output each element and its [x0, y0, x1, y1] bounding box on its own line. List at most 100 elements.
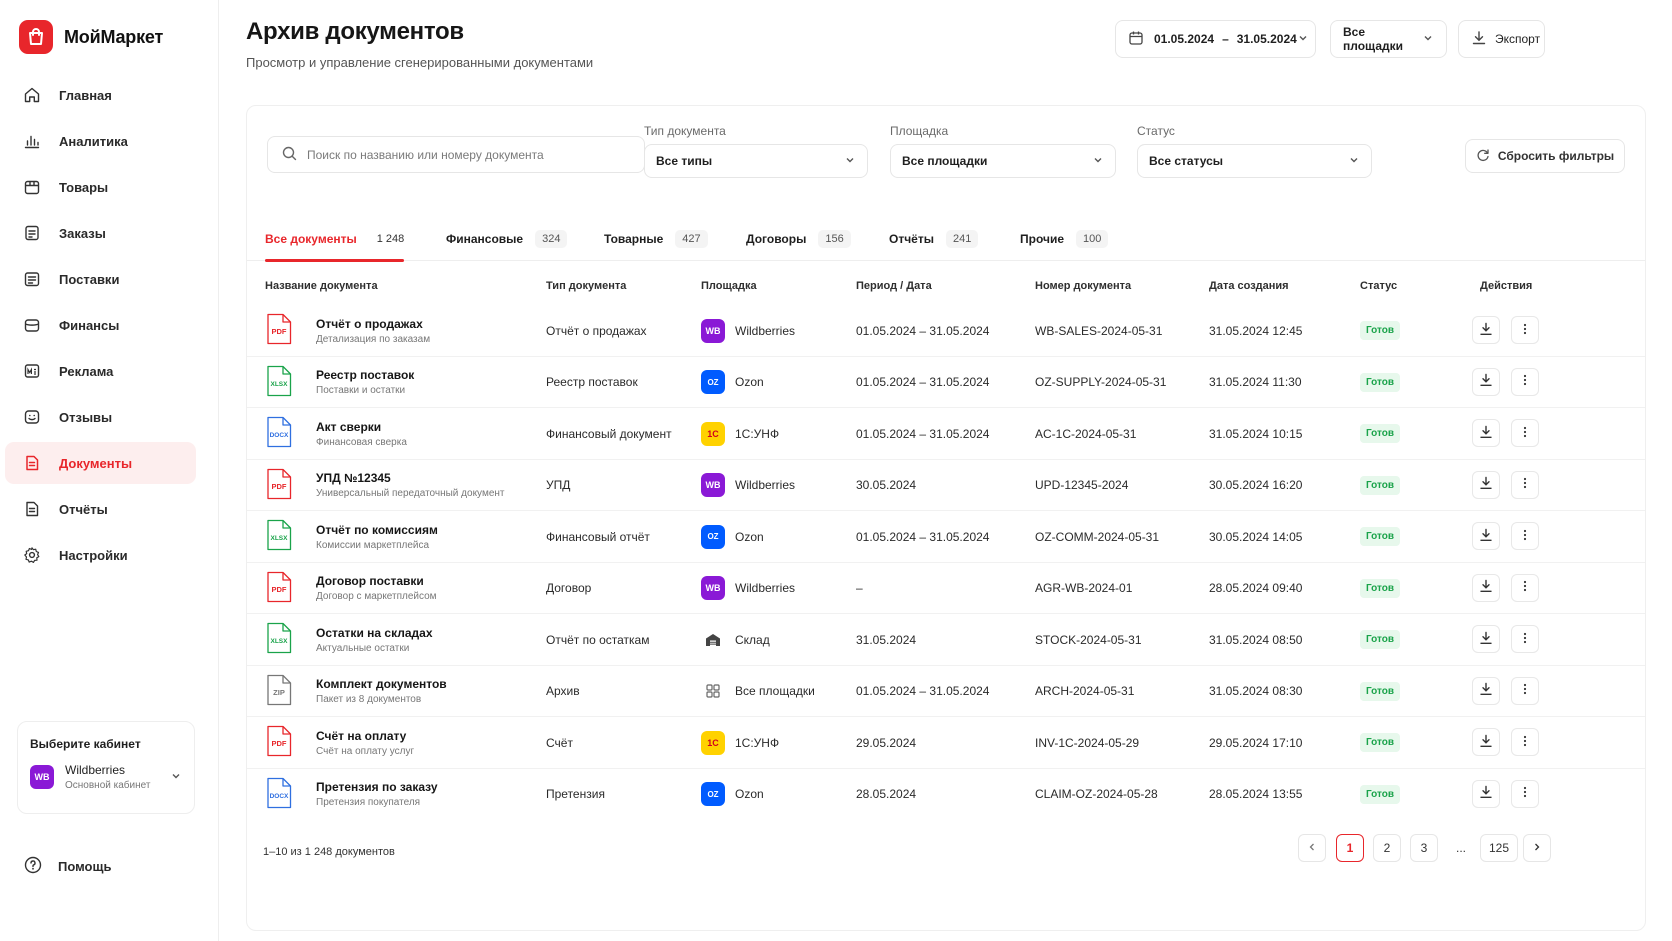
search-input[interactable]	[307, 147, 627, 162]
sidebar-item-2[interactable]: Товары	[5, 166, 196, 208]
date-range-picker[interactable]: 01.05.2024 – 31.05.2024	[1115, 20, 1316, 58]
page-button[interactable]: 1	[1336, 834, 1364, 862]
filter-platform-select[interactable]: Все площадки	[890, 144, 1116, 178]
column-header: Период / Дата	[856, 280, 932, 292]
refresh-icon	[1476, 148, 1490, 165]
download-button[interactable]	[1472, 470, 1500, 499]
document-title[interactable]: Претензия по заказу	[316, 780, 438, 794]
more-vertical-icon	[1518, 425, 1532, 442]
export-button[interactable]: Экспорт	[1458, 20, 1545, 58]
download-icon	[1479, 682, 1493, 699]
sidebar-item-label: Отзывы	[59, 409, 113, 425]
help-link[interactable]: Помощь	[24, 856, 111, 877]
sidebar-item-6[interactable]: Реклама	[5, 350, 196, 392]
download-button[interactable]	[1472, 676, 1500, 705]
document-title[interactable]: Реестр поставок	[316, 368, 414, 382]
date-separator: –	[1222, 32, 1229, 46]
document-title[interactable]: Отчёт о продажах	[316, 317, 430, 331]
table-row[interactable]: XLSX Отчёт по комиссиям Комиссии маркетп…	[247, 511, 1645, 563]
reset-filters-label: Сбросить фильтры	[1497, 149, 1615, 163]
platform-select[interactable]: Все площадки	[1330, 20, 1447, 58]
platform-name: 1С:УНФ	[735, 735, 780, 750]
document-subtitle: Актуальные остатки	[316, 642, 410, 654]
date-from: 01.05.2024	[1154, 32, 1215, 46]
download-button[interactable]	[1472, 573, 1500, 602]
download-button[interactable]	[1472, 728, 1500, 756]
download-button[interactable]	[1472, 625, 1500, 653]
column-header: Дата создания	[1209, 280, 1289, 292]
download-button[interactable]	[1472, 522, 1500, 550]
zip-file-icon: ZIP	[265, 674, 293, 709]
more-actions-button[interactable]	[1511, 419, 1539, 447]
tab-0[interactable]: Все документы 1 248	[265, 216, 405, 262]
download-button[interactable]	[1472, 316, 1500, 344]
download-button[interactable]	[1472, 367, 1500, 396]
table-row[interactable]: PDF Договор поставки Договор с маркетпле…	[247, 563, 1645, 614]
document-title[interactable]: Отчёт по комиссиям	[316, 523, 438, 537]
ozon-logo-icon: OZ	[701, 782, 725, 806]
document-title[interactable]: Счёт на оплату	[316, 729, 414, 743]
more-actions-button[interactable]	[1511, 728, 1539, 756]
table-row[interactable]: PDF Отчёт о продажах Детализация по зака…	[247, 305, 1645, 357]
document-title[interactable]: Договор поставки	[316, 574, 437, 588]
table-row[interactable]: DOCX Акт сверки Финансовая сверка Финанс…	[247, 408, 1645, 460]
more-actions-button[interactable]	[1511, 676, 1539, 705]
document-title[interactable]: Комплект документов	[316, 677, 447, 691]
tab-label: Финансовые	[446, 231, 524, 246]
page-button[interactable]: 2	[1373, 834, 1401, 862]
table-row[interactable]: XLSX Реестр поставок Поставки и остатки …	[247, 357, 1645, 408]
supply-icon	[23, 270, 41, 288]
cabinet-selector[interactable]: Выберите кабинет WB Wildberries Основной…	[17, 721, 195, 814]
platform-cell: WB Wildberries	[701, 563, 795, 614]
page-subtitle: Просмотр и управление сгенерированными д…	[246, 55, 594, 70]
download-button[interactable]	[1472, 419, 1500, 447]
chevron-down-icon[interactable]	[170, 770, 182, 785]
tab-2[interactable]: Товарные 427	[604, 216, 708, 261]
sidebar-item-4[interactable]: Поставки	[5, 258, 196, 300]
table-row[interactable]: PDF УПД №12345 Универсальный передаточны…	[247, 460, 1645, 511]
next-page-button[interactable]	[1523, 834, 1551, 862]
table-row[interactable]: ZIP Комплект документов Пакет из 8 докум…	[247, 666, 1645, 717]
more-actions-button[interactable]	[1511, 316, 1539, 344]
sidebar-item-1[interactable]: Аналитика	[5, 120, 196, 162]
more-actions-button[interactable]	[1511, 522, 1539, 550]
search-field[interactable]	[267, 136, 645, 173]
filter-type-select[interactable]: Все типы	[644, 144, 868, 178]
sidebar-item-7[interactable]: Отзывы	[5, 396, 196, 438]
brand[interactable]: МойМаркет	[19, 20, 218, 54]
ozon-logo-icon: OZ	[701, 524, 725, 549]
filter-status-select[interactable]: Все статусы	[1137, 144, 1372, 178]
more-actions-button[interactable]	[1511, 573, 1539, 602]
sidebar-item-10[interactable]: Настройки	[5, 534, 196, 576]
tab-4[interactable]: Отчёты 241	[889, 216, 979, 261]
document-title[interactable]: Остатки на складах	[316, 626, 433, 640]
tab-label: Все документы	[265, 231, 357, 246]
reset-filters-button[interactable]: Сбросить фильтры	[1465, 139, 1625, 173]
sidebar-item-9[interactable]: Отчёты	[5, 488, 196, 530]
sidebar-item-0[interactable]: Главная	[5, 74, 196, 116]
table-row[interactable]: XLSX Остатки на складах Актуальные остат…	[247, 614, 1645, 666]
document-title[interactable]: Акт сверки	[316, 420, 407, 434]
more-vertical-icon	[1518, 528, 1532, 545]
page-button[interactable]: 125	[1480, 834, 1519, 862]
document-title[interactable]: УПД №12345	[316, 471, 504, 485]
document-type: Счёт	[546, 735, 573, 750]
more-actions-button[interactable]	[1511, 625, 1539, 653]
table-row[interactable]: DOCX Претензия по заказу Претензия покуп…	[247, 769, 1645, 821]
svg-text:DOCX: DOCX	[270, 432, 289, 439]
sidebar-item-5[interactable]: Финансы	[5, 304, 196, 346]
tab-5[interactable]: Прочие 100	[1020, 216, 1109, 261]
tab-3[interactable]: Договоры 156	[746, 216, 851, 261]
prev-page-button[interactable]	[1298, 834, 1326, 862]
table-row[interactable]: PDF Счёт на оплату Счёт на оплату услуг …	[247, 717, 1645, 769]
download-button[interactable]	[1472, 779, 1500, 808]
sidebar-item-8[interactable]: Документы	[5, 442, 196, 484]
tab-1[interactable]: Финансовые 324	[446, 216, 568, 261]
chevron-down-icon	[1422, 32, 1434, 47]
more-actions-button[interactable]	[1511, 470, 1539, 499]
more-actions-button[interactable]	[1511, 779, 1539, 808]
page-button[interactable]: 3	[1410, 834, 1438, 862]
sidebar-item-3[interactable]: Заказы	[5, 212, 196, 254]
pagination-ellipsis: ...	[1447, 834, 1475, 862]
more-actions-button[interactable]	[1511, 367, 1539, 396]
